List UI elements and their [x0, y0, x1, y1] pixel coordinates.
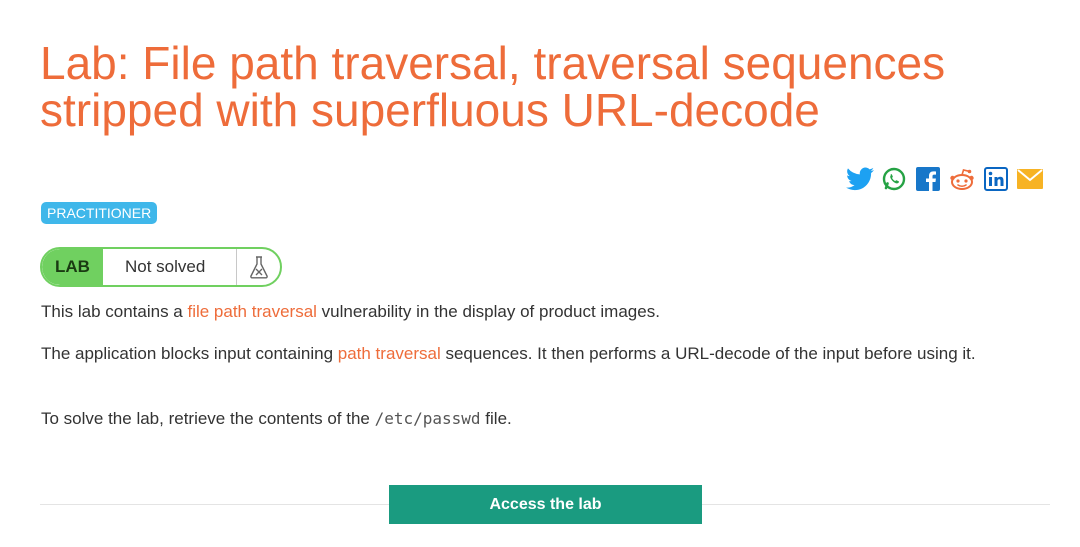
access-lab-button[interactable]: Access the lab [389, 485, 702, 524]
flask-icon [236, 249, 280, 285]
facebook-icon[interactable] [913, 164, 943, 194]
description-paragraph-2: The application blocks input containing … [41, 344, 976, 363]
page-title: Lab: File path traversal, traversal sequ… [40, 37, 946, 136]
file-path-code: /etc/passwd [374, 409, 481, 428]
share-bar [845, 164, 1045, 194]
linkedin-icon[interactable] [981, 164, 1011, 194]
email-icon[interactable] [1015, 164, 1045, 194]
lab-status-widget: LAB Not solved [40, 247, 282, 287]
description-paragraph-3: To solve the lab, retrieve the contents … [41, 409, 512, 428]
file-path-traversal-link[interactable]: file path traversal [187, 302, 316, 321]
reddit-icon[interactable] [947, 164, 977, 194]
lab-tag: LAB [42, 249, 103, 285]
path-traversal-link[interactable]: path traversal [338, 344, 441, 363]
lab-status-text: Not solved [125, 257, 206, 276]
whatsapp-icon[interactable] [879, 164, 909, 194]
description-paragraph-1: This lab contains a file path traversal … [41, 302, 660, 321]
twitter-icon[interactable] [845, 164, 875, 194]
level-badge: PRACTITIONER [41, 202, 158, 224]
